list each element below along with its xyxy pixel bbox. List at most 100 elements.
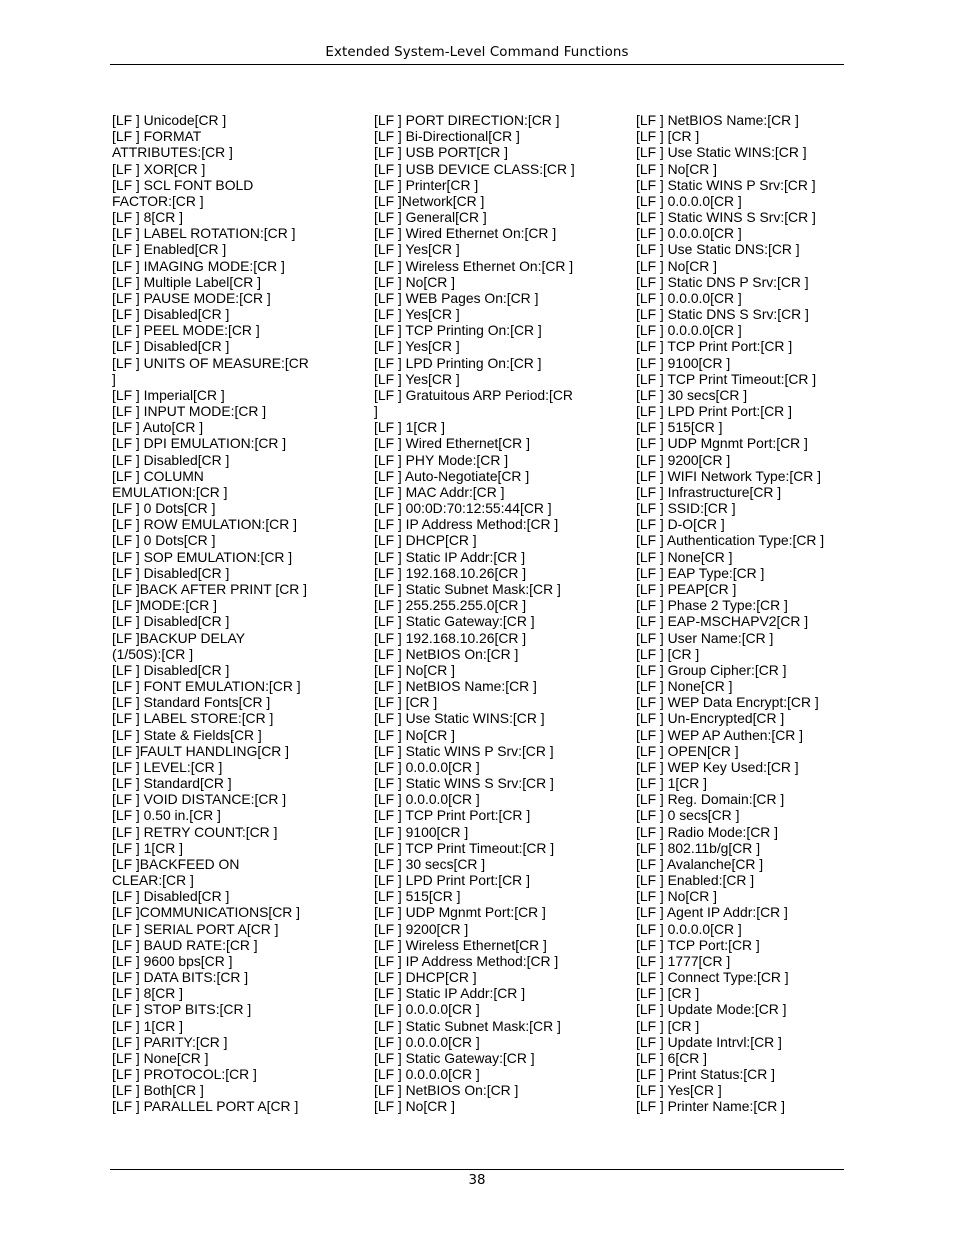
- command-line: [LF ] OPEN[CR ]: [636, 742, 739, 759]
- command-line: [LF ] WEP Data Encrypt:[CR ]: [636, 694, 819, 711]
- command-line: [LF ] LABEL STORE:[CR ]: [112, 710, 274, 727]
- command-line: [LF ] LABEL ROTATION:[CR ]: [112, 225, 296, 242]
- command-line: [LF ] 6[CR ]: [636, 1049, 708, 1066]
- command-line: [LF ] PROTOCOL:[CR ]: [112, 1066, 257, 1083]
- command-line: [LF ] USB PORT[CR ]: [374, 144, 509, 161]
- command-line: [LF ] 0.50 in.[CR ]: [112, 807, 221, 824]
- command-line: [LF ] Disabled[CR ]: [112, 564, 230, 581]
- command-line: [LF ] 515[CR ]: [374, 888, 461, 905]
- command-line: [LF ] 0.0.0.0[CR ]: [374, 1033, 480, 1050]
- command-line: [LF ] Standard Fonts[CR ]: [112, 694, 271, 711]
- command-line: [LF ] 9200[CR ]: [374, 920, 469, 937]
- command-line: [LF ] Disabled[CR ]: [112, 661, 230, 678]
- command-line: FACTOR:[CR ]: [112, 192, 204, 209]
- command-line: [LF ] Agent IP Addr:[CR ]: [636, 904, 788, 921]
- command-line: [LF ] DPI EMULATION:[CR ]: [112, 435, 287, 452]
- command-line: [LF ] Un-Encrypted[CR ]: [636, 710, 785, 727]
- command-line: ]: [112, 370, 116, 387]
- command-line: [LF ] LPD Print Port:[CR ]: [636, 403, 792, 420]
- command-line: CLEAR:[CR ]: [112, 872, 194, 889]
- command-line: [LF ] UNITS OF MEASURE:[CR: [112, 354, 309, 371]
- command-line: [LF ] Use Static DNS:[CR ]: [636, 241, 800, 258]
- command-line: [LF ] Yes[CR ]: [374, 338, 460, 355]
- command-line: [LF ] PORT DIRECTION:[CR ]: [374, 112, 560, 128]
- command-line: [LF ] 8[CR ]: [112, 209, 184, 226]
- command-line: [LF ] 1777[CR ]: [636, 952, 731, 969]
- command-line: [LF ] Radio Mode:[CR ]: [636, 823, 779, 840]
- command-line: [LF ] Both[CR ]: [112, 1082, 204, 1099]
- command-line: [LF ] Print Status:[CR ]: [636, 1066, 775, 1083]
- command-line: [LF ] 30 secs[CR ]: [374, 855, 486, 872]
- command-line: EMULATION:[CR ]: [112, 483, 228, 500]
- command-line: [LF ] 9200[CR ]: [636, 451, 731, 468]
- command-line: [LF ] Auto-Negotiate[CR ]: [374, 467, 530, 484]
- command-line: ]: [374, 403, 378, 420]
- command-line: [LF ] 0.0.0.0[CR ]: [374, 758, 480, 775]
- command-line: [LF ] WEB Pages On:[CR ]: [374, 289, 539, 306]
- command-line: [LF ] Standard[CR ]: [112, 775, 232, 792]
- command-line: [LF ] Disabled[CR ]: [112, 451, 230, 468]
- text-column-2: [LF ] PORT DIRECTION:[CR ] [LF ] Bi-Direc…: [374, 112, 575, 1115]
- command-line: [LF ] 9100[CR ]: [374, 823, 469, 840]
- command-line: [LF ] Disabled[CR ]: [112, 306, 230, 323]
- command-line: [LF ] NetBIOS Name:[CR ]: [636, 112, 799, 128]
- command-line: [LF ] [CR ]: [636, 128, 700, 145]
- command-line: [LF ] PHY Mode:[CR ]: [374, 451, 509, 468]
- command-line: [LF ] WEP AP Authen:[CR ]: [636, 726, 804, 743]
- command-line: [LF ]Network[CR ]: [374, 192, 485, 209]
- command-line: [LF ] STOP BITS:[CR ]: [112, 1001, 252, 1018]
- command-line: [LF ] FORMAT: [112, 128, 202, 145]
- command-line: [LF ] LEVEL:[CR ]: [112, 758, 223, 775]
- command-line: [LF ] 0.0.0.0[CR ]: [374, 1001, 480, 1018]
- command-line: [LF ] 30 secs[CR ]: [636, 386, 748, 403]
- command-line: [LF ] WIFI Network Type:[CR ]: [636, 467, 821, 484]
- command-line: [LF ] SERIAL PORT A[CR ]: [112, 920, 279, 937]
- command-line: [LF ] None[CR ]: [636, 548, 733, 565]
- command-line: [LF ] Use Static WINS:[CR ]: [374, 710, 545, 727]
- command-line: [LF ] Update Intrvl:[CR ]: [636, 1033, 782, 1050]
- command-line: [LF ] 1[CR ]: [636, 775, 708, 792]
- command-line: [LF ] Static WINS S Srv:[CR ]: [374, 775, 554, 792]
- command-line: [LF ]BACK AFTER PRINT [CR ]: [112, 580, 308, 597]
- footer-rule: [110, 1169, 844, 1170]
- command-line: [LF ] No[CR ]: [374, 1098, 456, 1115]
- command-line: [LF ] Disabled[CR ]: [112, 888, 230, 905]
- command-line: [LF ] LPD Print Port:[CR ]: [374, 872, 530, 889]
- command-line: [LF ] 0.0.0.0[CR ]: [636, 322, 742, 339]
- command-line: [LF ] BAUD RATE:[CR ]: [112, 936, 258, 953]
- command-line: [LF ] Disabled[CR ]: [112, 613, 230, 630]
- command-line: [LF ] 0.0.0.0[CR ]: [636, 192, 742, 209]
- command-line: [LF ] Wired Ethernet On:[CR ]: [374, 225, 557, 242]
- command-line: [LF ] No[CR ]: [636, 257, 718, 274]
- command-line: [LF ] Printer Name:[CR ]: [636, 1098, 785, 1115]
- command-line: [LF ] UDP Mgnmt Port:[CR ]: [636, 435, 808, 452]
- command-line: [LF ] State & Fields[CR ]: [112, 726, 262, 743]
- command-line: [LF ] IP Address Method:[CR ]: [374, 952, 559, 969]
- command-line: [LF ] Printer[CR ]: [374, 176, 479, 193]
- command-line: [LF ] NetBIOS On:[CR ]: [374, 1082, 519, 1099]
- command-line: [LF ] General[CR ]: [374, 209, 487, 226]
- command-line: [LF ] Auto[CR ]: [112, 419, 204, 436]
- command-line: [LF ] SSID:[CR ]: [636, 500, 736, 517]
- command-line: [LF ] DHCP[CR ]: [374, 969, 477, 986]
- command-line: [LF ] EAP Type:[CR ]: [636, 564, 765, 581]
- command-line: [LF ] Wireless Ethernet On:[CR ]: [374, 257, 574, 274]
- command-line: [LF ] Reg. Domain:[CR ]: [636, 791, 785, 808]
- command-line: [LF ] PEAP[CR ]: [636, 580, 737, 597]
- command-line: [LF ] 0.0.0.0[CR ]: [636, 289, 742, 306]
- command-line: [LF ] Phase 2 Type:[CR ]: [636, 597, 788, 614]
- command-line: [LF ] Gratuitous ARP Period:[CR: [374, 386, 573, 403]
- command-line: [LF ] Bi-Directional[CR ]: [374, 128, 520, 145]
- page-number: 38: [468, 1173, 486, 1188]
- command-line: [LF ] No[CR ]: [374, 661, 456, 678]
- command-line: [LF ] Disabled[CR ]: [112, 338, 230, 355]
- command-line: [LF ] Unicode[CR ]: [112, 112, 227, 128]
- command-line: [LF ]BACKFEED ON: [112, 855, 240, 872]
- command-line: [LF ] 1[CR ]: [112, 839, 184, 856]
- command-line: [LF ] Static IP Addr:[CR ]: [374, 548, 526, 565]
- command-line: [LF ] No[CR ]: [636, 888, 718, 905]
- command-line: [LF ] Connect Type:[CR ]: [636, 969, 789, 986]
- command-line: [LF ] 0 Dots[CR ]: [112, 532, 216, 549]
- command-line: [LF ] IMAGING MODE:[CR ]: [112, 257, 285, 274]
- command-line: [LF ] No[CR ]: [636, 160, 718, 177]
